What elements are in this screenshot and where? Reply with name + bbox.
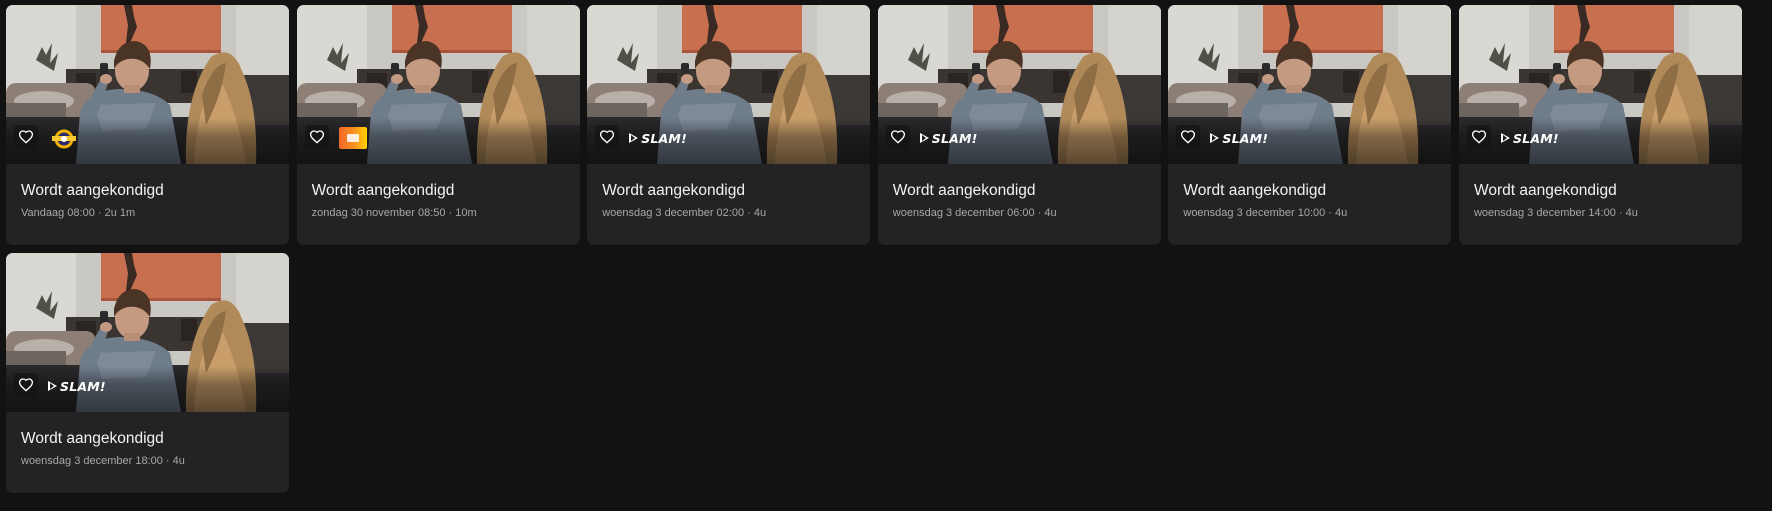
program-info: Wordt aangekondigd woensdag 3 december 1… [1459,164,1742,221]
heart-outline-icon [18,129,34,145]
heart-outline-icon [1471,129,1487,145]
favorite-button[interactable] [1466,125,1491,149]
program-schedule: Vandaag 08:00 · 2u 1m [21,207,136,219]
orange-channel-logo-mark [338,127,367,149]
slam-logo-text: SLAM! [931,130,978,146]
program-card[interactable]: SLAM! Wordt aangekondigd woensdag 3 dece… [1168,5,1452,245]
program-info: Wordt aangekondigd woensdag 3 december 0… [878,164,1161,221]
program-thumbnail[interactable]: SLAM! [1458,5,1742,164]
program-title: Wordt aangekondigd [1473,182,1617,199]
play-triangle-icon [629,133,639,143]
program-info: Wordt aangekondigd woensdag 3 december 0… [587,164,870,221]
program-card[interactable]: Wordt aangekondigd Vandaag 08:00 · 2u 1m [6,5,289,245]
heart-outline-icon [1180,129,1196,145]
favorite-button[interactable] [595,125,620,149]
program-schedule: zondag 30 november 08:50 · 10m [311,207,477,219]
program-thumbnail[interactable] [296,5,580,164]
program-title: Wordt aangekondigd [892,182,1036,199]
program-thumbnail[interactable]: SLAM! [587,5,871,164]
slam-logo: SLAM! [1210,127,1268,149]
program-schedule: woensdag 3 december 10:00 · 4u [1183,207,1348,219]
tv-channel-logo-mark [52,129,76,149]
slam-logo-text: SLAM! [1222,130,1269,146]
favorite-button[interactable] [14,125,38,149]
program-info: Wordt aangekondigd zondag 30 november 08… [297,164,580,221]
slam-logo-mark: SLAM! [1500,130,1559,146]
slam-logo: SLAM! [1500,127,1559,149]
favorite-button[interactable] [885,125,910,149]
program-card[interactable]: SLAM! Wordt aangekondigd woensdag 3 dece… [1458,5,1742,245]
program-card[interactable]: SLAM! Wordt aangekondigd woensdag 3 dece… [877,5,1161,245]
heart-outline-icon [599,129,615,145]
program-schedule: woensdag 3 december 02:00 · 4u [602,207,767,219]
play-triangle-icon [1210,133,1220,143]
slam-logo-mark: SLAM! [919,130,978,146]
program-title: Wordt aangekondigd [602,182,745,199]
slam-logo: SLAM! [919,127,978,149]
program-card[interactable]: Wordt aangekondigd zondag 30 november 08… [296,5,580,245]
program-thumbnail[interactable]: SLAM! [877,5,1161,164]
program-schedule: woensdag 3 december 14:00 · 4u [1473,207,1638,219]
play-triangle-icon [1500,133,1510,143]
program-card[interactable]: SLAM! Wordt aangekondigd woensdag 3 dece… [587,5,871,245]
slam-logo-text: SLAM! [60,378,106,394]
slam-logo-mark: SLAM! [1210,131,1268,146]
heart-outline-icon [890,129,906,145]
program-schedule: woensdag 3 december 06:00 · 4u [892,207,1057,219]
tv-channel-logo [48,127,80,149]
slam-logo: SLAM! [48,375,106,397]
program-title: Wordt aangekondigd [21,430,164,447]
program-info: Wordt aangekondigd woensdag 3 december 1… [6,412,289,469]
slam-logo: SLAM! [629,127,687,149]
program-info: Wordt aangekondigd woensdag 3 december 1… [1168,164,1451,221]
favorite-button[interactable] [1176,125,1201,149]
favorite-button[interactable] [304,125,329,149]
slam-logo-mark: SLAM! [48,379,106,394]
program-grid: Wordt aangekondigd Vandaag 08:00 · 2u 1m… [6,5,1766,493]
slam-logo-mark: SLAM! [629,131,687,146]
program-title: Wordt aangekondigd [311,182,455,199]
program-thumbnail[interactable]: SLAM! [1168,5,1452,164]
play-triangle-icon [48,381,57,391]
program-schedule: woensdag 3 december 18:00 · 4u [21,455,185,467]
heart-outline-icon [18,377,34,393]
program-title: Wordt aangekondigd [21,182,164,199]
program-info: Wordt aangekondigd Vandaag 08:00 · 2u 1m [6,164,289,221]
program-title: Wordt aangekondigd [1183,182,1327,199]
program-card[interactable]: SLAM! Wordt aangekondigd woensdag 3 dece… [6,253,289,493]
slam-logo-text: SLAM! [641,130,687,146]
play-triangle-icon [919,133,929,143]
heart-outline-icon [309,129,325,145]
favorite-button[interactable] [14,373,38,397]
orange-channel-logo [338,127,367,149]
slam-logo-text: SLAM! [1512,130,1559,146]
program-thumbnail[interactable] [6,5,289,164]
program-thumbnail[interactable]: SLAM! [6,253,289,412]
